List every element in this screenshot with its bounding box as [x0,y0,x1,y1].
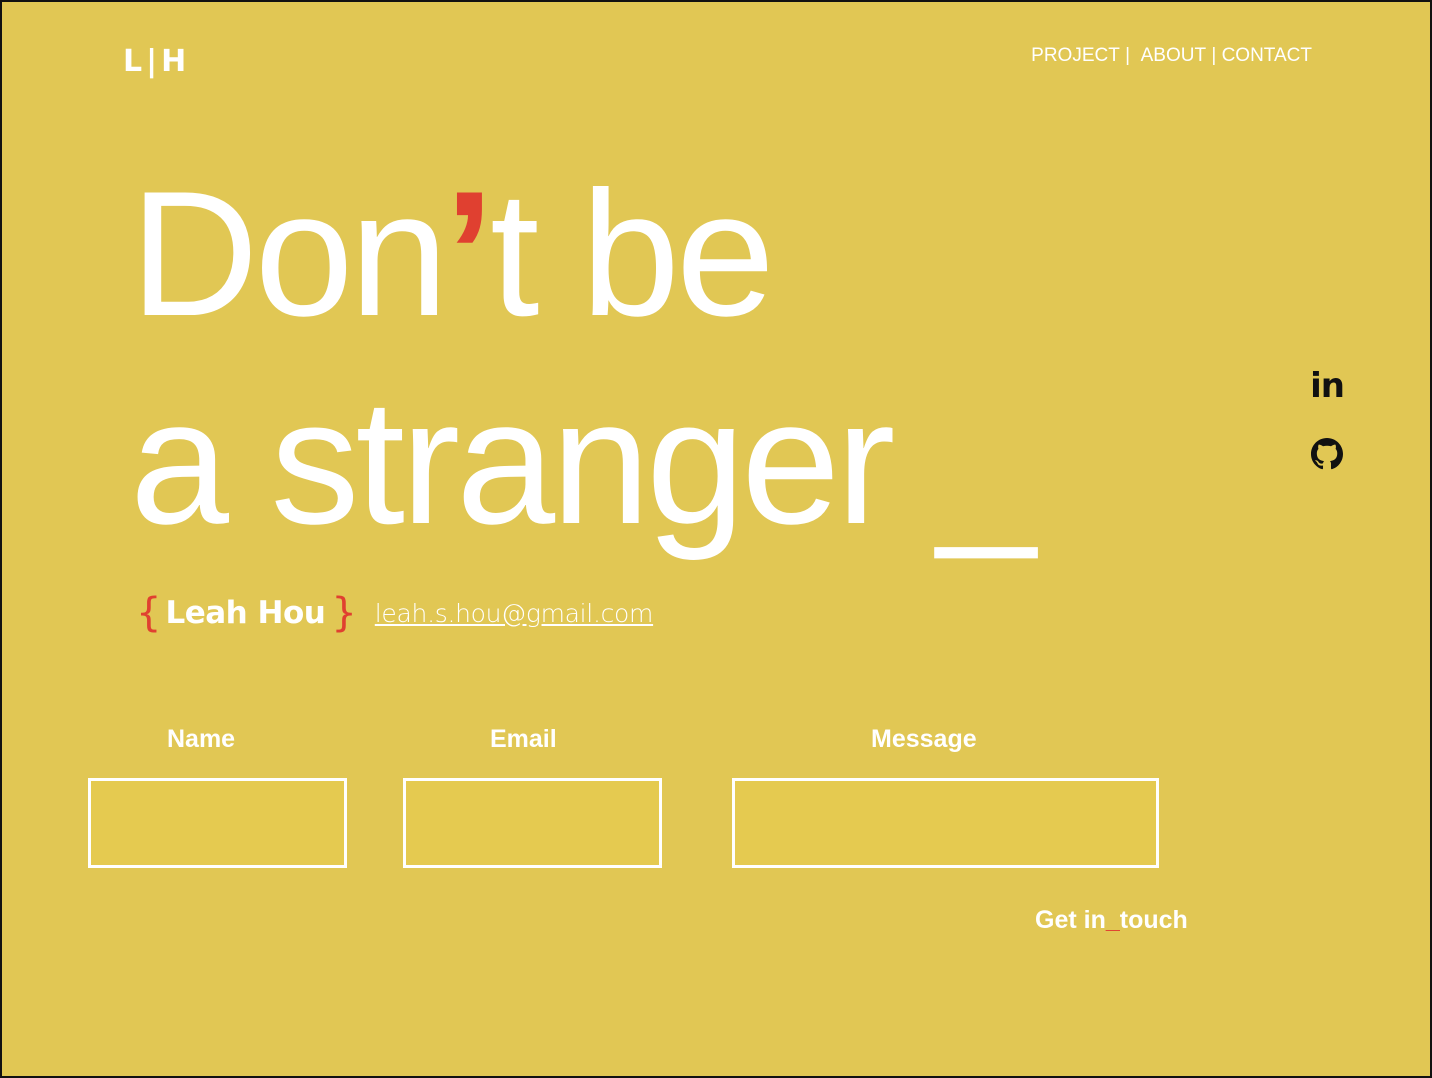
email-link[interactable]: leah.s.hou@gmail.com [375,599,654,628]
hero-headline: Don’t be a stranger _ [130,150,1036,566]
message-label: Message [871,725,977,753]
nav-item-project[interactable]: PROJECT [1031,44,1120,68]
email-field[interactable] [403,778,662,868]
top-nav: PROJECT | ABOUT | CONTACT [1031,44,1312,68]
message-field[interactable] [732,778,1159,868]
nav-item-contact[interactable]: CONTACT [1222,44,1312,68]
brace-close: } [331,590,357,636]
linkedin-icon: in [1310,366,1345,406]
name-label: Name [167,725,236,753]
name-field[interactable] [88,778,347,868]
brace-open: { [136,590,162,636]
github-link[interactable] [1311,438,1343,475]
linkedin-link[interactable]: in [1310,366,1345,406]
nav-separator: | [1125,45,1131,66]
contact-page: L|H PROJECT | ABOUT | CONTACT Don’t be a… [0,0,1432,1078]
hero-line-1: Don’t be [130,154,775,353]
site-logo[interactable]: L|H [123,44,190,80]
person-name: Leah Hou [165,595,326,631]
contact-identity: { Leah Hou } leah.s.hou@gmail.com [136,585,653,641]
nav-separator: | [1211,45,1217,66]
get-in-touch-button[interactable]: Get in_touch [1035,902,1188,938]
submit-underscore: _ [1105,906,1120,934]
nav-item-about[interactable]: ABOUT [1141,44,1206,68]
github-icon [1311,438,1343,470]
social-links: in [1307,368,1347,475]
email-label: Email [490,725,557,753]
hero-line-2: a stranger _ [130,362,1036,561]
hero-apostrophe: ’ [444,154,495,353]
